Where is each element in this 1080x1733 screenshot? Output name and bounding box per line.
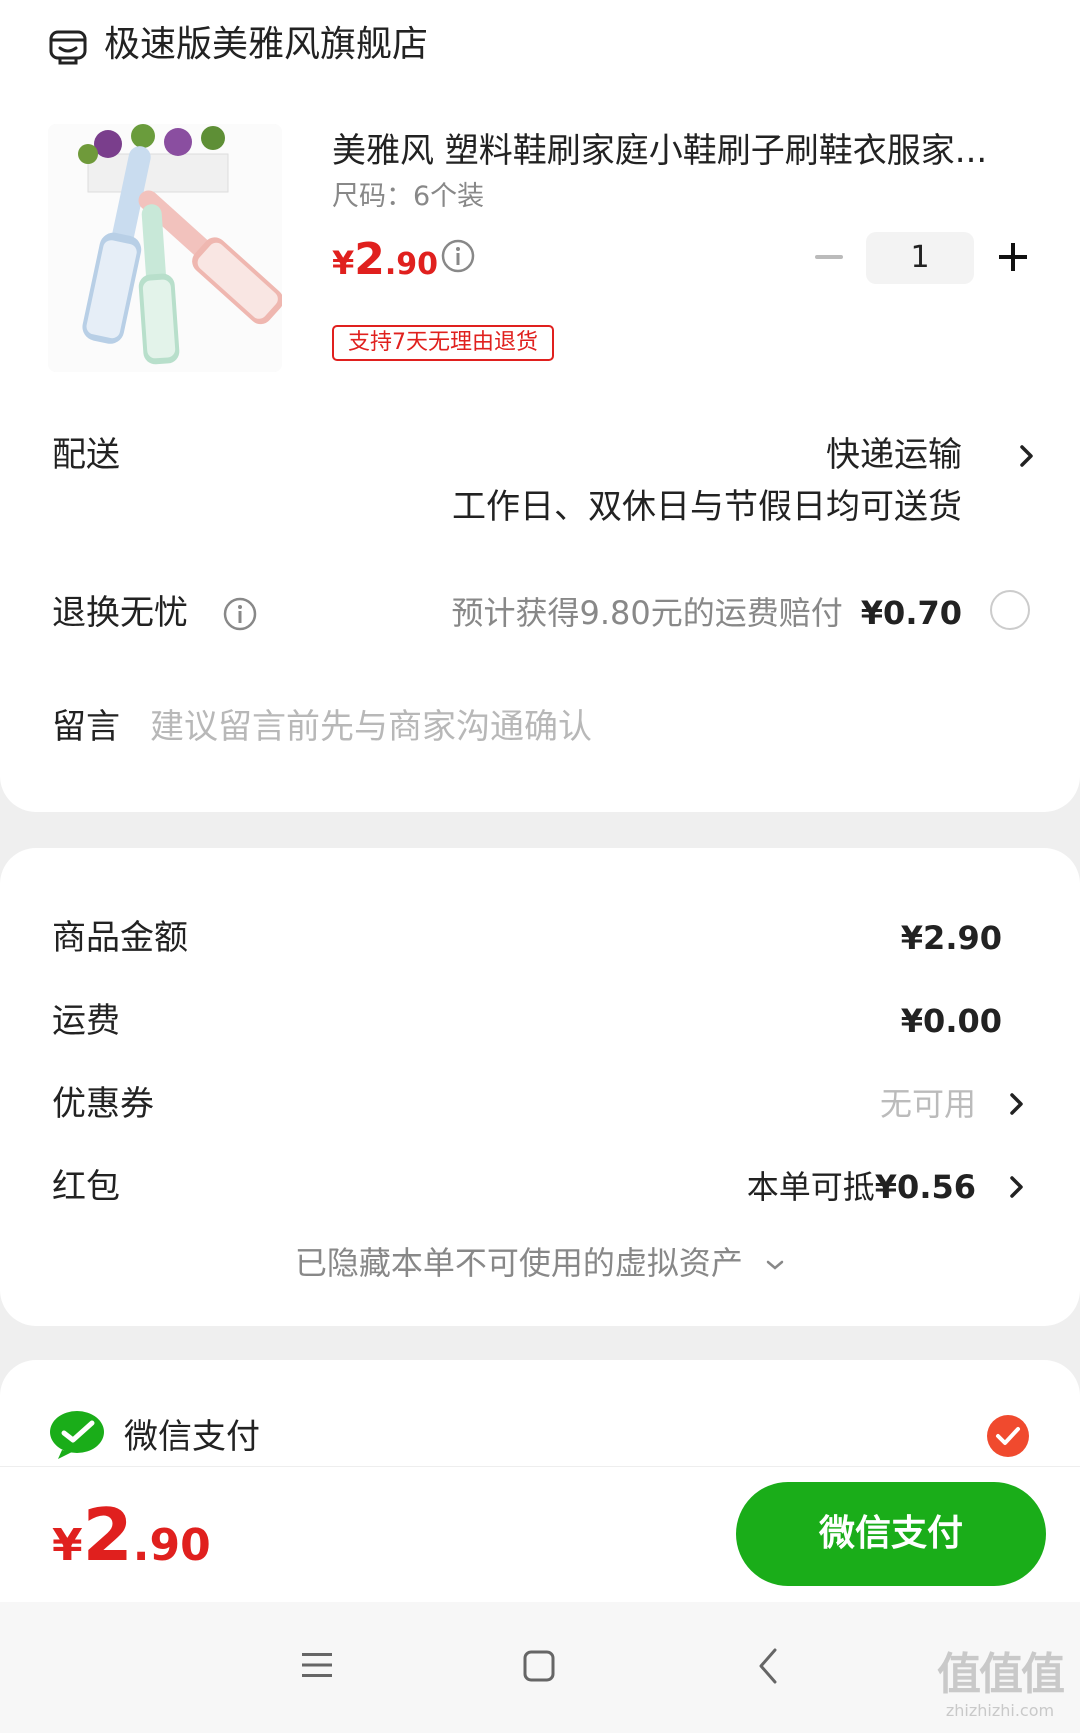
watermark-logo: 值值值 (937, 1649, 1065, 1700)
store-icon (49, 30, 87, 65)
product-price: ¥2.90 (332, 232, 438, 297)
shipping-fee-row: 运费 ¥0.00 (52, 998, 1028, 1044)
wechat-pay-label[interactable]: 微信支付 (124, 1414, 260, 1460)
refund-insurance-label: 退换无忧 (52, 593, 188, 633)
shipping-fee-label: 运费 (52, 1001, 120, 1041)
red-packet-label: 红包 (52, 1167, 120, 1207)
quantity-decrease-button[interactable] (810, 238, 848, 276)
message-input[interactable] (150, 702, 950, 752)
wechat-pay-icon (50, 1411, 104, 1459)
refund-info-icon[interactable] (222, 596, 258, 632)
selected-check-icon[interactable] (986, 1414, 1030, 1458)
goods-amount-row: 商品金额 ¥2.90 (52, 915, 1028, 961)
total-currency: ¥ (52, 1520, 83, 1571)
menu-icon[interactable] (300, 1650, 334, 1680)
delivery-method[interactable]: 快递运输 (826, 432, 962, 478)
watermark-url: zhizhizhi.com (945, 1701, 1055, 1720)
coupon-value: 无可用 (879, 1085, 976, 1123)
price-currency: ¥ (332, 244, 355, 282)
price-info-icon[interactable] (440, 238, 476, 274)
refund-insurance-radio[interactable] (990, 590, 1030, 630)
hidden-assets-text: 已隐藏本单不可使用的虚拟资产 (294, 1244, 743, 1282)
price-decimal: .90 (384, 247, 439, 282)
hidden-assets-toggle[interactable]: 已隐藏本单不可使用的虚拟资产 (0, 1240, 1080, 1286)
coupon-label: 优惠券 (52, 1084, 154, 1124)
coupon-row[interactable]: 优惠券 无可用 (52, 1081, 1028, 1127)
shop-name[interactable]: 极速版美雅风旗舰店 (104, 22, 428, 68)
refund-desc-text: 预计获得9.80元的运费赔付 (451, 594, 843, 632)
price-integer: 2 (354, 234, 385, 285)
goods-amount-label: 商品金额 (52, 918, 188, 958)
quantity-field[interactable]: 1 (866, 232, 974, 284)
refund-insurance-description: 预计获得9.80元的运费赔付 ¥0.70 (452, 590, 962, 636)
product-spec[interactable]: 尺码：6个装 (332, 178, 484, 216)
quantity-increase-button[interactable] (994, 238, 1032, 276)
plus-icon (999, 243, 1027, 271)
chevron-down-icon (766, 1260, 784, 1270)
red-packet-row[interactable]: 红包 本单可抵¥0.56 (52, 1164, 1028, 1210)
delivery-label: 配送 (52, 435, 120, 475)
red-packet-value: 本单可抵¥0.56 (747, 1164, 976, 1210)
return-policy-badge: 支持7天无理由退货 (332, 325, 554, 361)
refund-insurance-price: ¥0.70 (860, 594, 962, 632)
total-integer: 2 (82, 1493, 133, 1577)
chevron-right-icon[interactable] (1006, 1090, 1028, 1118)
home-icon[interactable] (522, 1649, 556, 1683)
red-packet-amount: ¥0.56 (874, 1168, 976, 1206)
goods-amount-value: ¥2.90 (900, 919, 1002, 957)
back-icon[interactable] (756, 1646, 780, 1686)
order-item-card (0, 0, 1080, 812)
wechat-pay-button[interactable]: 微信支付 (736, 1482, 1046, 1586)
product-title[interactable]: 美雅风 塑料鞋刷家庭小鞋刷子刷鞋衣服家... (332, 128, 1032, 174)
chevron-right-icon[interactable] (1016, 442, 1038, 470)
total-decimal: .90 (132, 1520, 211, 1571)
delivery-description: 工作日、双休日与节假日均可送货 (452, 487, 962, 527)
product-image[interactable] (48, 124, 282, 372)
site-watermark: 值值值 zhizhizhi.com (930, 1650, 1070, 1722)
red-packet-prefix: 本单可抵 (746, 1168, 875, 1206)
shipping-fee-value: ¥0.00 (900, 1002, 1002, 1040)
chevron-right-icon[interactable] (1006, 1173, 1028, 1201)
order-total: ¥2.90 (52, 1490, 211, 1600)
message-label: 留言 (52, 707, 120, 747)
